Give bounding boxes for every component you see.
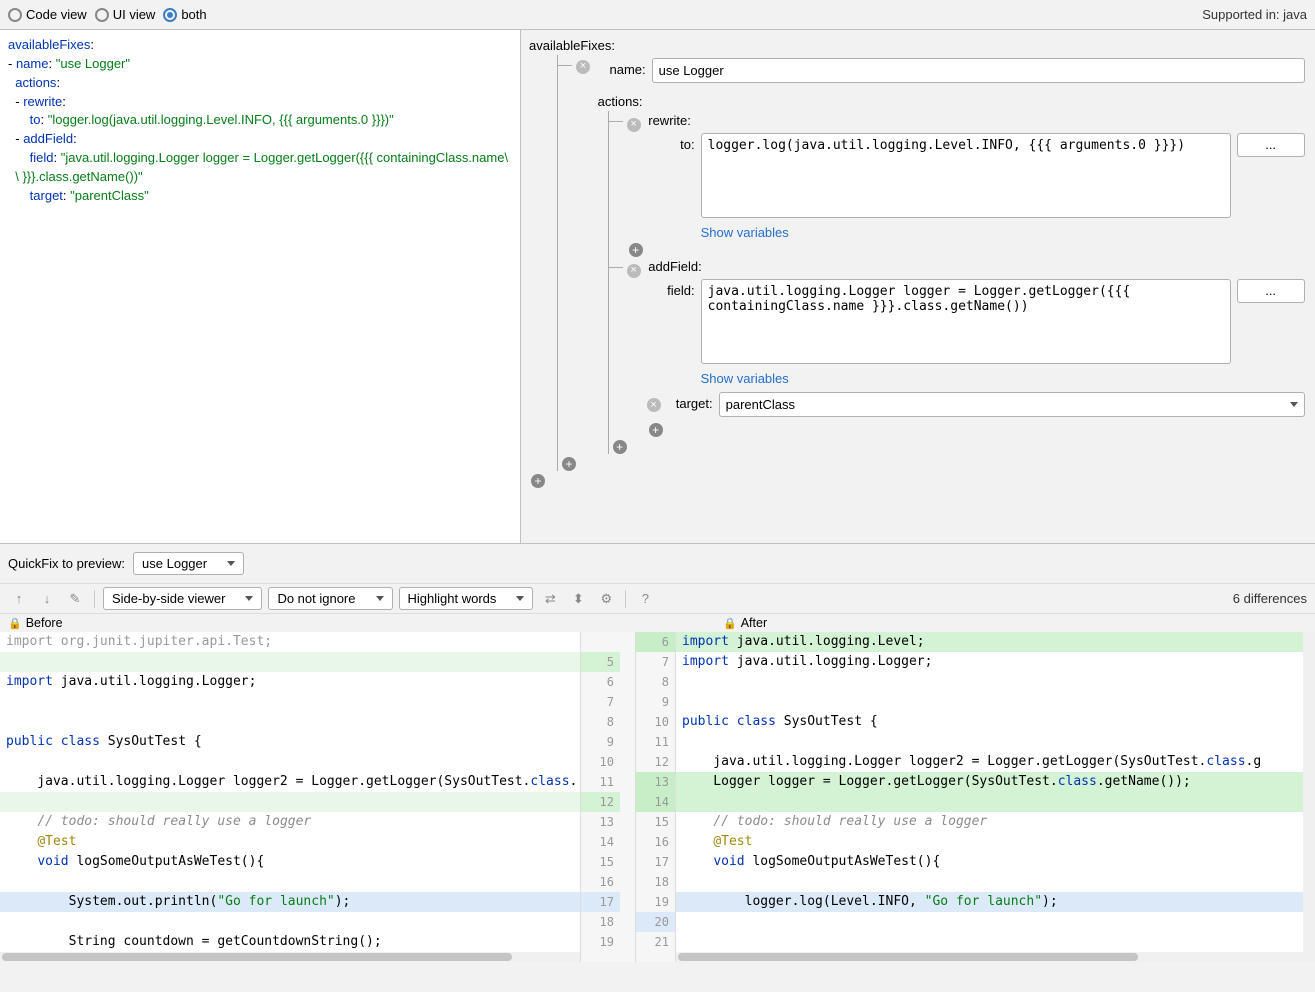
chevron-down-icon <box>516 596 524 601</box>
supported-label: Supported in: java <box>1202 7 1307 22</box>
target-label: target: <box>671 392 713 411</box>
ignore-select[interactable]: Do not ignore <box>268 587 392 610</box>
next-diff-button[interactable]: ↓ <box>36 588 58 610</box>
remove-icon[interactable]: × <box>627 264 641 278</box>
chevron-down-icon <box>1290 402 1298 407</box>
lock-icon: 🔒 <box>723 617 737 630</box>
add-icon[interactable]: + <box>613 440 627 454</box>
edit-icon[interactable]: ✎ <box>64 588 86 610</box>
name-label: name: <box>598 58 646 77</box>
remove-icon[interactable]: × <box>576 60 590 74</box>
radio-label: Code view <box>26 7 87 22</box>
to-textarea[interactable]: logger.log(java.util.logging.Level.INFO,… <box>701 133 1231 218</box>
diff-after-pane[interactable]: import java.util.logging.Level; import j… <box>675 632 1303 962</box>
diff-viewer: import org.junit.jupiter.api.Test; impor… <box>0 632 1315 962</box>
add-icon[interactable]: + <box>649 423 663 437</box>
add-icon[interactable]: + <box>562 457 576 471</box>
show-variables-link[interactable]: Show variables <box>701 225 789 240</box>
quickfix-label: QuickFix to preview: <box>8 556 125 571</box>
add-icon[interactable]: + <box>629 243 643 257</box>
actions-label: actions: <box>598 92 643 111</box>
radio-code-view[interactable]: Code view <box>8 7 87 22</box>
diff-marker-bar[interactable] <box>1303 632 1315 962</box>
scrollbar-horizontal[interactable] <box>0 952 580 962</box>
show-variables-link[interactable]: Show variables <box>701 371 789 386</box>
collapse-icon[interactable]: ⇄ <box>539 588 561 610</box>
diff-before-pane[interactable]: import org.junit.jupiter.api.Test; impor… <box>0 632 580 962</box>
yaml-code-pane[interactable]: availableFixes: - name: "use Logger" act… <box>0 30 521 543</box>
chevron-down-icon <box>376 596 384 601</box>
sync-scroll-icon[interactable]: ⬍ <box>567 588 589 610</box>
prev-diff-button[interactable]: ↑ <box>8 588 30 610</box>
view-mode-bar: Code view UI view both Supported in: jav… <box>0 0 1315 30</box>
more-button[interactable]: ... <box>1237 133 1305 157</box>
diff-count-label: 6 differences <box>1233 591 1307 606</box>
diff-titles: 🔒 Before 🔒 After <box>0 614 1315 632</box>
viewer-mode-select[interactable]: Side-by-side viewer <box>103 587 262 610</box>
radio-label: UI view <box>113 7 156 22</box>
gear-icon[interactable]: ⚙ <box>595 588 617 610</box>
add-icon[interactable]: + <box>531 474 545 488</box>
remove-icon[interactable]: × <box>647 398 661 412</box>
before-title: Before <box>26 616 63 630</box>
target-select[interactable]: parentClass <box>719 392 1305 417</box>
remove-icon[interactable]: × <box>627 118 641 132</box>
addfield-label: addField: <box>648 257 701 276</box>
diff-connector <box>620 632 635 962</box>
tree-root-label: availableFixes: <box>529 36 615 55</box>
right-gutter: 6 7 8 9 10 11 12 13 14 15 16 17 18 19 20… <box>635 632 675 962</box>
quickfix-preview-bar: QuickFix to preview: use Logger <box>0 544 1315 583</box>
help-icon[interactable]: ? <box>634 588 656 610</box>
rewrite-label: rewrite: <box>648 111 691 130</box>
lock-icon: 🔒 <box>8 617 22 630</box>
chevron-down-icon <box>227 561 235 566</box>
after-title: After <box>741 616 767 630</box>
name-input[interactable] <box>652 58 1305 83</box>
radio-both[interactable]: both <box>163 7 206 22</box>
form-ui-pane: availableFixes: × name: actions: × <box>521 30 1315 543</box>
field-label: field: <box>647 279 695 298</box>
diff-toolbar: ↑ ↓ ✎ Side-by-side viewer Do not ignore … <box>0 583 1315 614</box>
field-textarea[interactable]: java.util.logging.Logger logger = Logger… <box>701 279 1231 364</box>
more-button[interactable]: ... <box>1237 279 1305 303</box>
highlight-select[interactable]: Highlight words <box>399 587 534 610</box>
scrollbar-horizontal[interactable] <box>676 952 1303 962</box>
radio-label: both <box>181 7 206 22</box>
to-label: to: <box>647 133 695 152</box>
left-gutter: 5 6 7 8 9 10 11 12 13 14 15 16 17 18 19 <box>580 632 620 962</box>
quickfix-select[interactable]: use Logger <box>133 552 244 575</box>
radio-ui-view[interactable]: UI view <box>95 7 156 22</box>
chevron-down-icon <box>245 596 253 601</box>
view-modes: Code view UI view both <box>8 7 207 22</box>
